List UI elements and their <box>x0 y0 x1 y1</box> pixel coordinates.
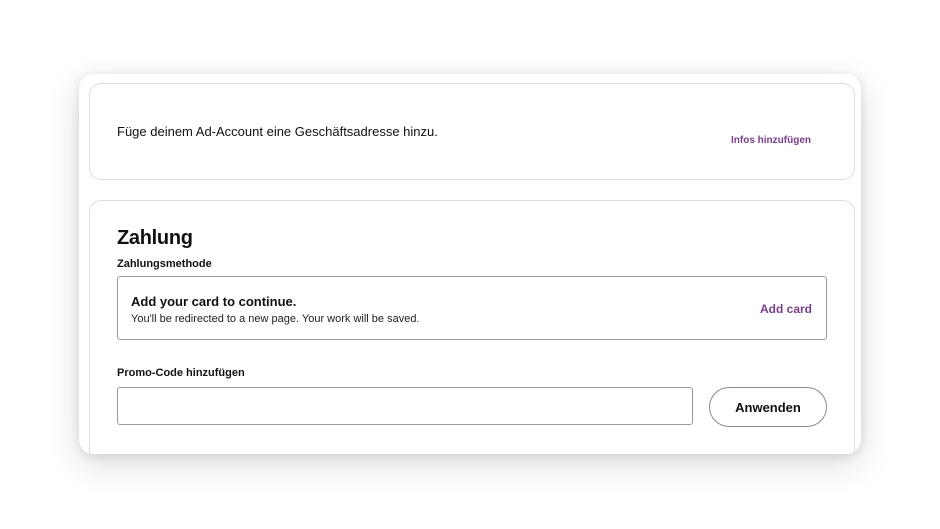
business-address-card: Füge deinem Ad-Account eine Geschäftsadr… <box>89 83 855 180</box>
add-info-link[interactable]: Infos hinzufügen <box>731 135 811 146</box>
business-address-message: Füge deinem Ad-Account eine Geschäftsadr… <box>117 124 438 139</box>
page-frame: Füge deinem Ad-Account eine Geschäftsadr… <box>79 74 861 454</box>
payment-title: Zahlung <box>117 227 193 249</box>
promo-code-label: Promo-Code hinzufügen <box>117 367 245 379</box>
apply-button[interactable]: Anwenden <box>709 387 827 427</box>
promo-code-input[interactable] <box>117 387 693 425</box>
add-card-subtitle: You'll be redirected to a new page. Your… <box>131 313 420 325</box>
payment-card: Zahlung Zahlungsmethode Add your card to… <box>89 200 855 454</box>
payment-method-label: Zahlungsmethode <box>117 258 212 270</box>
add-card-title: Add your card to continue. <box>131 294 297 309</box>
add-card-link[interactable]: Add card <box>760 302 812 316</box>
add-card-box: Add your card to continue. You'll be red… <box>117 276 827 340</box>
